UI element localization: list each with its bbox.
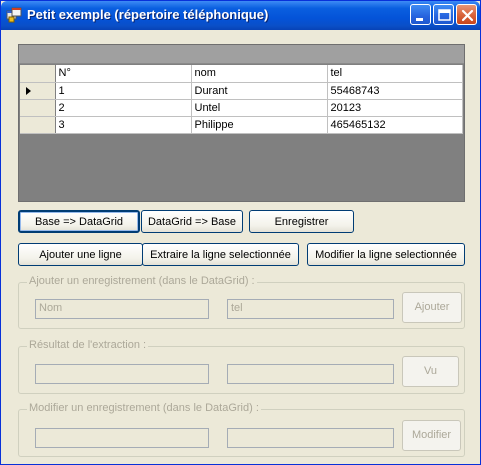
modify-button[interactable]: Modifier [402,420,461,451]
cell-nom[interactable]: Philippe [191,116,328,134]
cell-n[interactable]: 3 [55,116,192,134]
save-button[interactable]: Enregistrer [249,210,354,233]
add-nom-field[interactable]: Nom [35,299,209,319]
minimize-icon [416,18,423,21]
grid-header-row: N° nom tel [20,65,463,83]
row-header[interactable] [20,99,56,117]
cell-nom[interactable]: Durant [191,82,328,100]
extract-field-2[interactable] [227,364,394,384]
main-window: Petit exemple (répertoire téléphonique) … [0,0,481,465]
datagrid-to-base-button[interactable]: DataGrid => Base [141,210,243,233]
modify-field-1[interactable] [35,428,209,448]
cell-tel[interactable]: 55468743 [327,82,463,100]
minimize-button[interactable] [410,4,431,25]
column-header-nom[interactable]: nom [191,65,328,83]
maximize-icon [438,9,451,21]
row-header[interactable] [20,116,56,134]
row-header[interactable] [20,82,56,100]
modify-line-button[interactable]: Modifier la ligne selectionnée [307,243,465,266]
modify-field-2[interactable] [227,428,394,448]
extract-line-button[interactable]: Extraire la ligne selectionnée [142,243,299,266]
close-button[interactable] [456,4,477,25]
grid-caption [19,45,464,64]
app-window-icon[interactable] [6,7,22,23]
extraction-result-group-label: Résultat de l'extraction : [27,339,149,351]
table-row[interactable]: 1 Durant 55468743 [20,82,463,100]
add-button[interactable]: Ajouter [402,292,462,323]
base-to-datagrid-button[interactable]: Base => DataGrid [18,210,140,233]
title-bar[interactable]: Petit exemple (répertoire téléphonique) [1,1,480,30]
current-row-arrow-icon [26,86,31,95]
close-icon [461,9,474,22]
table-row[interactable]: 3 Philippe 465465132 [20,116,463,134]
window-title: Petit exemple (répertoire téléphonique) [27,7,269,22]
modify-record-group-label: Modifier un enregistrement (dans le Data… [27,402,261,414]
add-record-group-label: Ajouter un enregistrement (dans le DataG… [27,275,257,287]
extract-field-1[interactable] [35,364,209,384]
extraction-result-group: Résultat de l'extraction : Vu [18,339,465,394]
data-grid[interactable]: N° nom tel 1 Durant 55468743 2 Untel 201… [18,44,465,202]
add-record-group: Ajouter un enregistrement (dans le DataG… [18,275,465,329]
modify-record-group: Modifier un enregistrement (dans le Data… [18,402,465,457]
cell-tel[interactable]: 465465132 [327,116,463,134]
maximize-button[interactable] [433,4,454,25]
view-button[interactable]: Vu [402,356,459,387]
column-header-n[interactable]: N° [55,65,192,83]
row-header-corner [20,65,56,83]
grid-table: N° nom tel 1 Durant 55468743 2 Untel 201… [20,65,463,134]
table-row[interactable]: 2 Untel 20123 [20,99,463,117]
cell-tel[interactable]: 20123 [327,99,463,117]
cell-nom[interactable]: Untel [191,99,328,117]
cell-n[interactable]: 2 [55,99,192,117]
add-line-button[interactable]: Ajouter une ligne [18,243,143,266]
add-tel-field[interactable]: tel [227,299,394,319]
cell-n[interactable]: 1 [55,82,192,100]
column-header-tel[interactable]: tel [327,65,463,83]
